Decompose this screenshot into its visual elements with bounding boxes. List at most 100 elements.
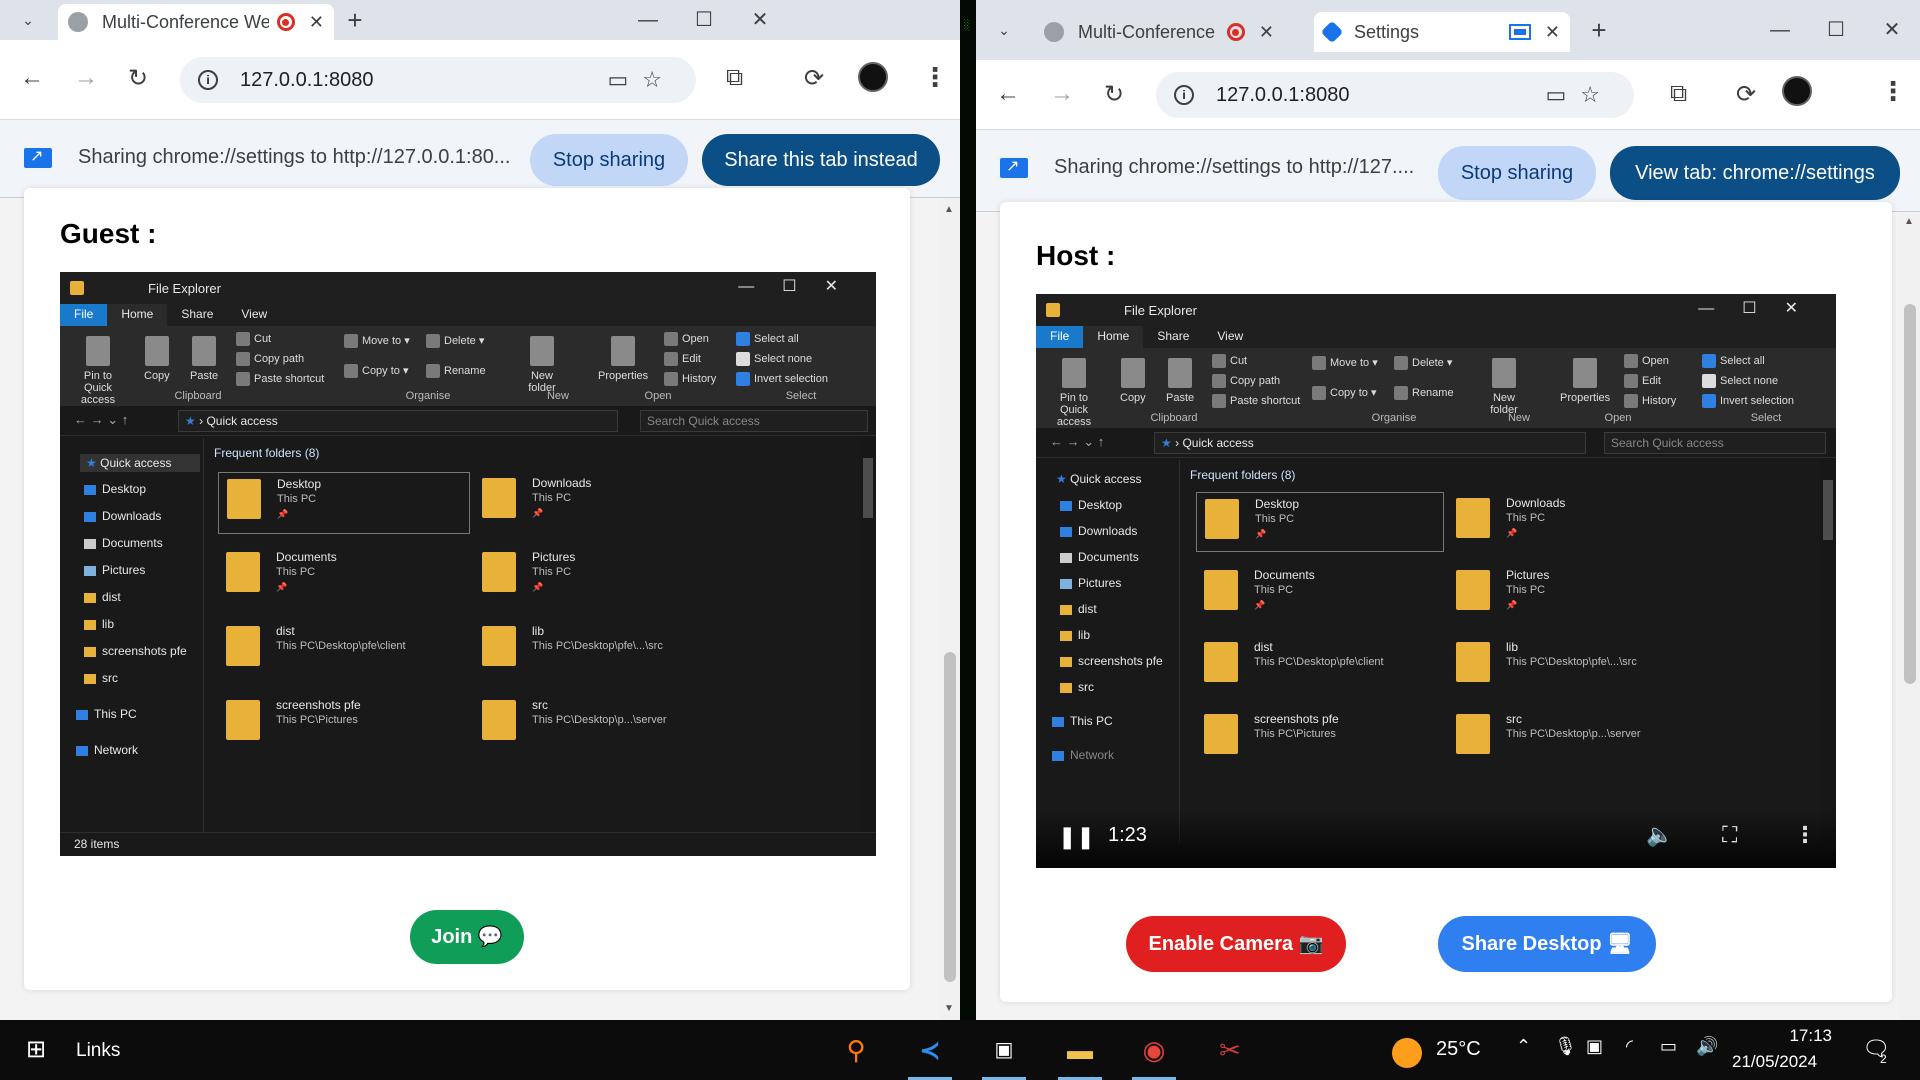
fe-nav-arrows-icon[interactable]: ← → ⌄ ↑ [74, 412, 128, 428]
nav-dist[interactable]: dist [1060, 602, 1097, 616]
site-info-icon[interactable]: i [1174, 85, 1194, 105]
copy-button[interactable]: Copy [144, 336, 170, 382]
share-this-tab-button[interactable]: Share this tab instead [702, 134, 940, 186]
join-button[interactable]: Join 💬 [410, 910, 524, 964]
fe-scrollbar[interactable] [860, 438, 876, 832]
fe-tab-file[interactable]: File [60, 304, 108, 326]
history-button[interactable]: History [1624, 394, 1676, 408]
new-tab-button[interactable]: + [340, 6, 370, 36]
extensions-icon[interactable]: ⧉ [726, 64, 743, 92]
open-button[interactable]: Open [664, 332, 709, 346]
close-tab-icon[interactable]: ✕ [1545, 22, 1560, 43]
video-camera-icon[interactable]: ▭ [607, 67, 642, 92]
nav-src[interactable]: src [1060, 680, 1094, 694]
fe-tab-file[interactable]: File [1036, 326, 1084, 348]
fe-scroll-thumb[interactable] [863, 458, 873, 518]
new-folder-button[interactable]: New folder [524, 336, 560, 394]
fe-search-box[interactable]: Search Quick access [1604, 432, 1826, 454]
nav-this-pc[interactable]: This PC [1052, 714, 1113, 728]
page-scrollbar[interactable]: ▲ ▼ [940, 198, 960, 1020]
address-bar[interactable]: i 127.0.0.1:8080 ▭☆ [1156, 72, 1634, 118]
open-button[interactable]: Open [1624, 354, 1669, 368]
scroll-up-icon[interactable]: ▲ [1904, 216, 1914, 227]
move-to-button[interactable]: Move to ▾ [344, 334, 410, 349]
file-explorer-icon[interactable]: ▬ [1054, 1030, 1106, 1080]
bookmark-star-icon[interactable]: ☆ [642, 67, 676, 92]
clock-time[interactable]: 17:13 [1736, 1026, 1832, 1046]
vscode-icon[interactable]: ≺ [904, 1030, 956, 1080]
tile-desktop[interactable]: Desktop This PC 📌 [218, 472, 470, 534]
volume-icon[interactable]: 🔈 [1646, 822, 1673, 848]
nav-documents[interactable]: Documents [1060, 550, 1139, 564]
page-scroll-thumb[interactable] [1904, 304, 1916, 684]
fe-tab-home[interactable]: Home [107, 304, 168, 326]
nav-desktop[interactable]: Desktop [84, 482, 146, 496]
video-camera-icon[interactable]: ▭ [1545, 82, 1580, 107]
bookmark-star-icon[interactable]: ☆ [1580, 82, 1614, 107]
host-video[interactable]: File Explorer —☐✕ File Home Share View P… [1036, 294, 1836, 868]
stop-sharing-button[interactable]: Stop sharing [1438, 146, 1596, 200]
new-tab-button[interactable]: + [1584, 16, 1614, 46]
select-none-button[interactable]: Select none [1702, 374, 1778, 388]
nav-dist[interactable]: dist [84, 590, 121, 604]
copy-path-button[interactable]: Copy path [236, 352, 304, 366]
tile-dist[interactable]: dist This PC\Desktop\pfe\client [218, 620, 418, 674]
address-bar[interactable]: i 127.0.0.1:8080 ▭☆ [180, 57, 696, 103]
tile-downloads[interactable]: Downloads This PC 📌 [474, 472, 674, 526]
fe-address-bar[interactable]: ★ › Quick access [178, 410, 618, 432]
avatar[interactable] [858, 62, 888, 92]
guest-video[interactable]: File Explorer —☐✕ File Home Share View P… [60, 272, 876, 856]
share-desktop-button[interactable]: Share Desktop 🖥 [1438, 916, 1656, 972]
fe-scroll-thumb[interactable] [1823, 480, 1833, 540]
nav-quick-access[interactable]: ★ Quick access [1056, 472, 1141, 486]
links-toolbar[interactable]: Links [76, 1040, 120, 1062]
select-all-button[interactable]: Select all [736, 332, 799, 346]
start-icon[interactable]: ⊞ [10, 1030, 62, 1070]
close-window-icon[interactable]: ✕ [732, 0, 788, 40]
page-scrollbar[interactable]: ▲ [1900, 212, 1920, 1020]
tile-screenshots[interactable]: screenshots pfe This PC\Pictures [1196, 708, 1396, 762]
nav-network[interactable]: Network [1052, 748, 1114, 762]
invert-selection-button[interactable]: Invert selection [736, 372, 828, 386]
nav-downloads[interactable]: Downloads [1060, 524, 1137, 538]
tab-multi-conference[interactable]: Multi-Conference ✕ [1034, 12, 1284, 52]
nav-desktop[interactable]: Desktop [1060, 498, 1122, 512]
fe-tab-home[interactable]: Home [1083, 326, 1144, 348]
history-button[interactable]: History [664, 372, 716, 386]
reload-icon[interactable]: ↻ [1098, 80, 1130, 109]
back-icon[interactable]: ← [16, 64, 48, 92]
display-icon[interactable]: ▣ [1586, 1036, 1603, 1057]
copy-to-button[interactable]: Copy to ▾ [1312, 386, 1377, 401]
reload-icon[interactable]: ↻ [122, 64, 154, 93]
tab-search-icon[interactable]: ⌄ [990, 18, 1018, 42]
weather-icon[interactable] [1392, 1038, 1422, 1068]
fe-tab-view[interactable]: View [227, 304, 281, 326]
clock-date[interactable]: 21/05/2024 [1732, 1052, 1817, 1072]
fe-scrollbar[interactable] [1820, 460, 1836, 844]
tile-documents[interactable]: Documents This PC 📌 [1196, 564, 1396, 618]
cut-button[interactable]: Cut [1212, 354, 1247, 368]
chevron-up-icon[interactable]: ⌃ [1516, 1036, 1531, 1057]
copy-path-button[interactable]: Copy path [1212, 374, 1280, 388]
copy-button[interactable]: Copy [1120, 358, 1146, 404]
close-tab-icon[interactable]: ✕ [1259, 22, 1274, 43]
maximize-icon[interactable]: ☐ [1808, 0, 1864, 60]
nav-network[interactable]: Network [76, 743, 138, 757]
fe-nav-arrows-icon[interactable]: ← → ⌄ ↑ [1050, 434, 1104, 450]
fe-tab-share[interactable]: Share [167, 304, 227, 326]
paste-shortcut-button[interactable]: Paste shortcut [1212, 394, 1300, 408]
search-icon[interactable]: ⚲ [830, 1030, 882, 1070]
performance-icon[interactable]: ⟳ [1736, 80, 1756, 109]
edit-button[interactable]: Edit [1624, 374, 1661, 388]
stop-sharing-button[interactable]: Stop sharing [530, 134, 688, 186]
temperature[interactable]: 25°C [1436, 1038, 1481, 1061]
snipping-tool-icon[interactable]: ✂ [1204, 1030, 1256, 1070]
tile-pictures[interactable]: Pictures This PC 📌 [1448, 564, 1648, 618]
tile-downloads[interactable]: Downloads This PC 📌 [1448, 492, 1648, 546]
avatar[interactable] [1782, 76, 1812, 106]
terminal-icon[interactable]: ▣ [978, 1030, 1030, 1080]
nav-lib[interactable]: lib [1060, 628, 1090, 642]
tab-search-icon[interactable]: ⌄ [14, 8, 42, 32]
tile-desktop[interactable]: Desktop This PC 📌 [1196, 492, 1444, 552]
tile-dist[interactable]: dist This PC\Desktop\pfe\client [1196, 636, 1396, 690]
